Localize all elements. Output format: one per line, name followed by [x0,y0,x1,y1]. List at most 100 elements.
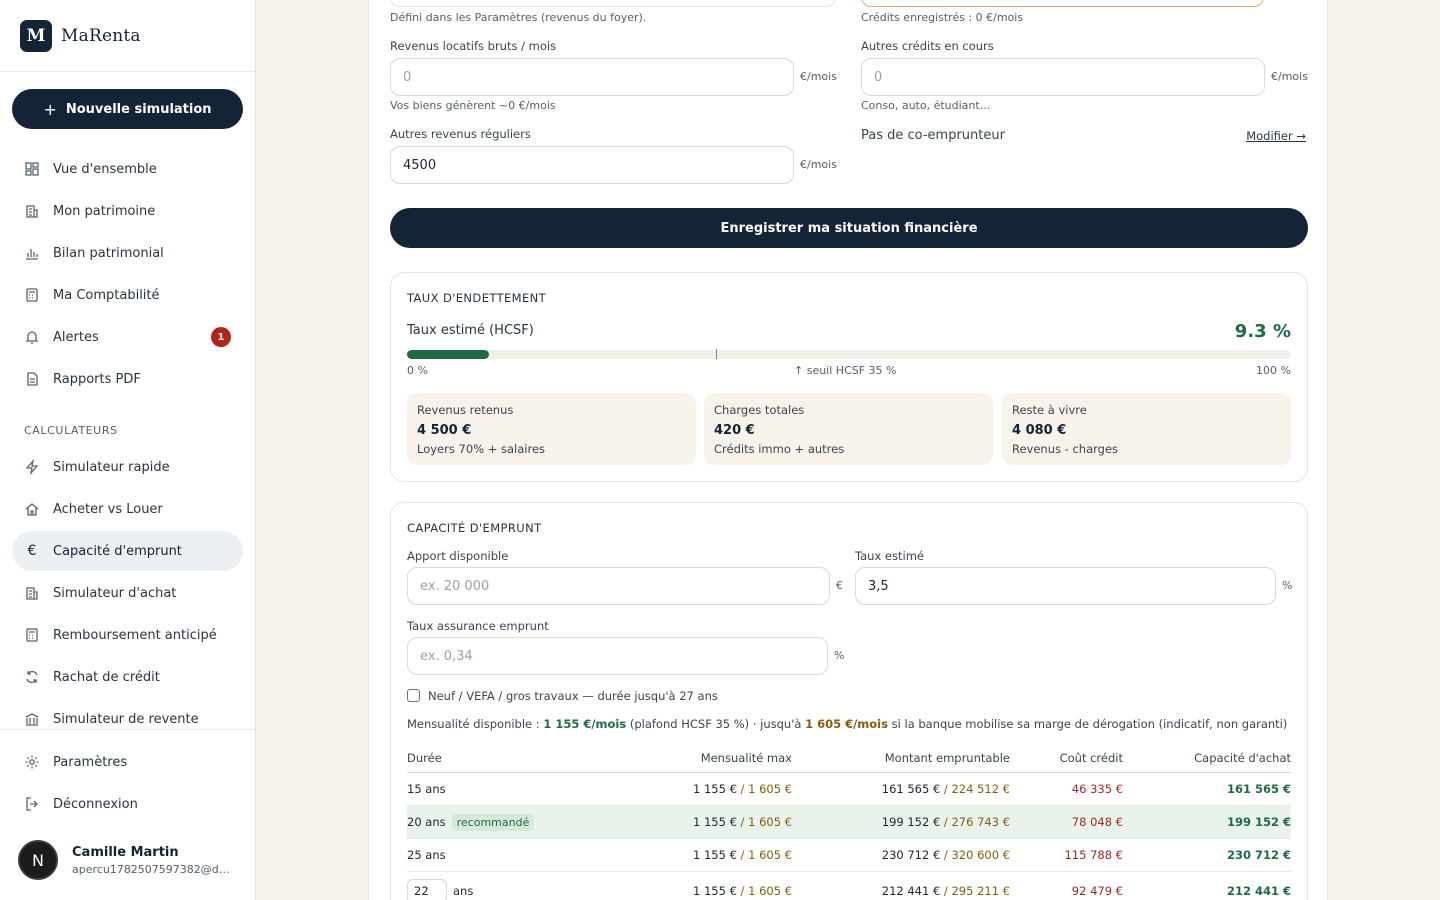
row-amount: 212 441 € / 295 211 € [881,883,1010,898]
header-montant: Montant empruntable [884,750,1010,765]
sidebar-item-label: Déconnexion [53,796,138,812]
sidebar-item-deconnexion[interactable]: Déconnexion [12,784,243,824]
row-capacity: 199 152 € [1226,815,1291,829]
new-simulation-button[interactable]: + Nouvelle simulation [12,89,243,129]
summary-suffix: si la banque mobilise sa marge de déroga… [887,717,1288,731]
bar-chart-icon [24,245,40,261]
other-income-input[interactable]: 4500 [390,146,794,184]
row-capacity: 161 565 € [1226,782,1291,796]
sidebar-item-alertes[interactable]: Alertes 1 [12,317,243,357]
sidebar-item-overview[interactable]: Vue d'ensemble [12,149,243,189]
main-content: Défini dans les Paramètres (revenus du f… [368,0,1328,900]
sidebar-item-acheter-louer[interactable]: Acheter vs Louer [12,489,243,529]
row-duration-text: 20 ans [407,815,446,829]
plus-icon: + [43,99,57,119]
monthly-max: 1 605 € [748,782,792,796]
summary-monthly: 1 155 €/mois [543,717,627,731]
other-credits-label: Autres crédits en cours [861,39,994,53]
brand[interactable]: M MaRenta [0,0,255,72]
table-row[interactable]: 25 ans 1 155 € / 1 605 € 230 712 € / 320… [407,839,1291,872]
sidebar-item-capacite-emprunt[interactable]: € Capacité d'emprunt [12,531,243,571]
stat-reste-a-vivre: Reste à vivre 4 080 € Revenus - charges [1002,393,1291,465]
sidebar-item-label: Rapports PDF [53,371,141,387]
other-income-label: Autres revenus réguliers [390,127,531,141]
euro-icon: € [27,543,37,559]
save-financial-situation-button[interactable]: Enregistrer ma situation financière [390,208,1308,248]
row-capacity: 212 441 € [1226,883,1291,898]
neuf-vefa-checkbox[interactable] [407,689,420,702]
household-income-field [390,0,836,7]
amount-base: 199 152 € [881,815,941,829]
debt-ratio-title: TAUX D'ENDETTEMENT [407,291,547,305]
rental-income-input[interactable]: 0 [390,58,794,96]
recommended-badge: recommandé [451,813,535,831]
table-header: Durée Mensualité max Montant empruntable… [407,743,1291,773]
apport-input[interactable]: ex. 20 000 [407,567,830,605]
bottom-nav: Paramètres Déconnexion [12,742,243,824]
row-cost: 92 479 € [1071,883,1123,898]
sidebar-item-label: Remboursement anticipé [53,627,217,643]
calculator-icon [24,287,40,303]
sidebar-item-bilan[interactable]: Bilan patrimonial [12,233,243,273]
sidebar-item-rapports[interactable]: Rapports PDF [12,359,243,399]
stat-revenus-retenus: Revenus retenus 4 500 € Loyers 70% + sal… [407,393,696,465]
row-amount: 230 712 € / 320 600 € [881,848,1010,862]
sidebar-item-label: Capacité d'emprunt [53,543,182,559]
bar-max-label: 100 % [1256,364,1291,377]
table-row[interactable]: 15 ans 1 155 € / 1 605 € 161 565 € / 224… [407,773,1291,806]
other-credits-hint: Conso, auto, étudiant... [861,99,991,112]
monthly-base: 1 155 € [693,848,737,862]
stat-charges-totales: Charges totales 420 € Crédits immo + aut… [704,393,993,465]
stat-value: 420 € [714,423,755,438]
sidebar-item-simulateur-achat[interactable]: Simulateur d'achat [12,573,243,613]
calculators-nav: Simulateur rapide Acheter vs Louer € Cap… [12,447,243,741]
brand-logo: M [20,19,52,52]
user-profile[interactable]: N Camille Martin apercu1782507597382@de.… [18,840,232,880]
debt-ratio-bar-fill [407,350,490,359]
rate-unit: % [1282,579,1293,592]
amount-max: 276 743 € [951,815,1010,829]
sidebar-item-label: Mon patrimoine [53,203,156,219]
row-amount: 161 565 € / 224 512 € [881,782,1010,796]
sidebar-item-comptabilite[interactable]: Ma Comptabilité [12,275,243,315]
stat-label: Reste à vivre [1012,403,1087,417]
gear-icon [24,754,40,770]
other-credits-input[interactable]: 0 [861,58,1265,96]
other-credits-unit: €/mois [1271,70,1308,83]
sidebar-item-label: Acheter vs Louer [53,501,163,517]
registered-credits-field [861,0,1264,7]
row-cost: 115 788 € [1064,848,1123,862]
insurance-label: Taux assurance emprunt [407,619,549,633]
debt-ratio-bar [407,349,1291,359]
summary-mid: (plafond HCSF 35 %) · jusqu'à [626,717,806,731]
summary-max-monthly: 1 605 €/mois [805,717,888,731]
custom-duration-input[interactable]: 22 [407,878,447,900]
table-row-custom[interactable]: 22 ans 1 155 € / 1 605 € 212 441 € / 295 … [407,872,1291,900]
header-capacite: Capacité d'achat [1194,750,1291,765]
sidebar-item-simulateur-rapide[interactable]: Simulateur rapide [12,447,243,487]
hcsf-threshold-marker [716,349,718,359]
sidebar-bottom: Paramètres Déconnexion [0,729,256,826]
table-row-recommended[interactable]: 20 ans recommandé 1 155 € / 1 605 € 199 1… [407,806,1291,839]
sidebar-item-label: Paramètres [53,754,128,770]
sidebar-item-rachat-credit[interactable]: Rachat de crédit [12,657,243,697]
sidebar-item-patrimoine[interactable]: Mon patrimoine [12,191,243,231]
stat-value: 4 500 € [417,423,472,438]
row-monthly: 1 155 € / 1 605 € [693,782,792,796]
credits-hint: Crédits enregistrés : 0 €/mois [861,11,1024,24]
sidebar-item-parametres[interactable]: Paramètres [12,742,243,782]
amount-base: 212 441 € [881,883,941,898]
rate-input[interactable]: 3,5 [855,567,1276,605]
insurance-input[interactable]: ex. 0,34 [407,637,828,675]
sidebar-item-remboursement-anticipe[interactable]: Remboursement anticipé [12,615,243,655]
row-duration: 20 ans recommandé [407,806,535,838]
modify-co-borrower-link[interactable]: Modifier → [1246,129,1306,143]
monthly-max: 1 605 € [748,815,792,829]
bell-icon [24,329,40,345]
row-cost: 46 335 € [1071,782,1123,796]
rental-income-unit: €/mois [800,70,837,83]
building-icon [24,203,40,219]
summary-prefix: Mensualité disponible : [407,717,544,731]
row-amount: 199 152 € / 276 743 € [881,815,1010,829]
sidebar: M MaRenta + Nouvelle simulation Vue d'en… [0,0,256,900]
